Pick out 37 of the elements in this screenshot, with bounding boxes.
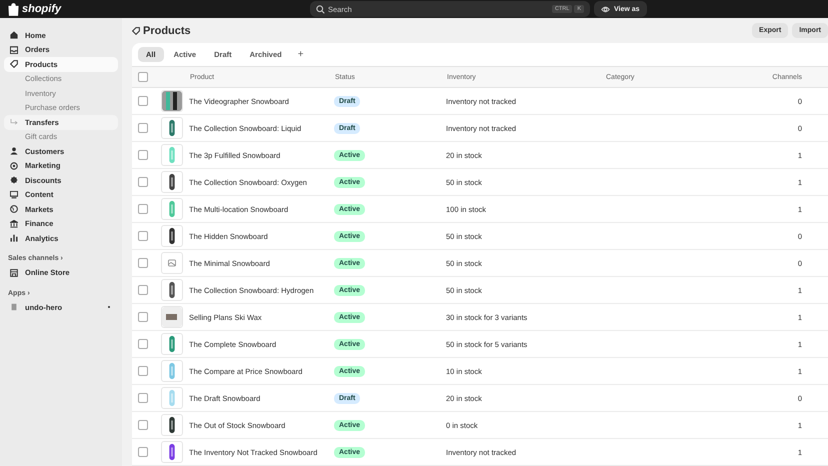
product-thumbnail [161,252,183,274]
shopping-bag-icon [8,2,19,16]
globe-icon [10,205,18,214]
storefront-icon [10,268,18,277]
product-thumbnail [161,306,183,328]
house-icon [10,31,18,40]
person-icon [10,147,18,156]
row-checkbox[interactable] [138,150,148,160]
row-checkbox[interactable] [138,258,148,268]
target-icon [10,162,18,170]
badge-icon [10,176,18,184]
row-checkbox[interactable] [138,339,148,349]
add-view-button[interactable]: + [292,49,310,60]
row-checkbox[interactable] [138,447,148,457]
row-checkbox[interactable] [138,231,148,241]
row-checkbox[interactable] [138,96,148,106]
logo-wordmark[interactable]: shopify [22,3,62,15]
row-checkbox[interactable] [138,420,148,430]
monitor-icon [10,190,18,199]
product-thumbnail [161,90,183,112]
search-icon [316,4,325,14]
bank-icon [10,220,18,228]
row-checkbox[interactable] [138,366,148,376]
row-checkbox[interactable] [138,177,148,187]
page-title: Products [143,24,191,36]
eye-icon [601,4,610,14]
row-checkbox[interactable] [138,285,148,295]
tag-icon [10,60,18,68]
select-all-checkbox[interactable] [138,72,148,82]
row-checkbox[interactable] [138,204,148,214]
bar-chart-icon [10,234,18,242]
app-icon [10,303,18,312]
row-checkbox[interactable] [138,393,148,403]
inbox-icon [10,46,18,54]
row-checkbox[interactable] [138,312,148,322]
row-checkbox[interactable] [138,123,148,133]
tag-icon [132,26,140,34]
